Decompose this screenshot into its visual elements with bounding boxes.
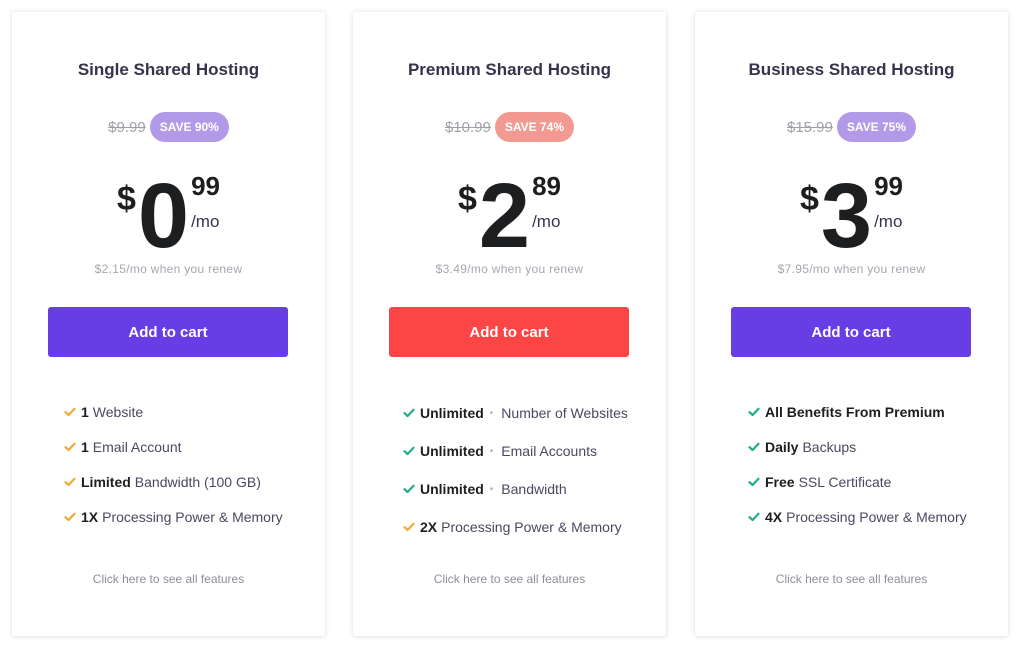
old-price: $15.99 xyxy=(786,118,833,136)
price-currency: $ xyxy=(457,180,477,218)
price-whole: 2 xyxy=(478,165,530,267)
check-icon xyxy=(748,442,760,451)
price-cents: 89 xyxy=(532,171,561,201)
price-currency: $ xyxy=(799,180,819,218)
plan-title: Premium Shared Hosting xyxy=(407,60,612,79)
add-to-cart-button[interactable]: Add to cart xyxy=(389,307,629,357)
feature-item: Free SSL Certificate xyxy=(748,464,1008,499)
old-price: $9.99 xyxy=(108,118,146,136)
feature-item: 1 Website xyxy=(64,394,325,429)
check-icon xyxy=(64,477,76,486)
feature-highlight: 1 xyxy=(81,403,89,420)
feature-separator: • xyxy=(489,483,494,495)
see-all-features-link[interactable]: Click here to see all features xyxy=(695,572,1008,586)
feature-text: Processing Power & Memory xyxy=(102,508,283,525)
feature-item: 1X Processing Power & Memory xyxy=(64,499,325,534)
feature-highlight: Limited xyxy=(81,473,131,490)
feature-separator: • xyxy=(489,407,494,419)
feature-item: 2X Processing Power & Memory xyxy=(403,508,666,546)
feature-text: SSL Certificate xyxy=(798,473,892,490)
feature-separator: • xyxy=(489,445,494,457)
check-icon xyxy=(403,446,415,456)
feature-item: Daily Backups xyxy=(748,429,1008,464)
feature-text: Bandwidth xyxy=(501,481,567,497)
price-period: /mo xyxy=(874,212,903,231)
feature-text: Email Account xyxy=(92,438,182,455)
feature-text: Bandwidth (100 GB) xyxy=(134,473,261,490)
feature-text: Processing Power & Memory xyxy=(441,519,622,535)
feature-text: Website xyxy=(92,403,144,420)
check-icon xyxy=(748,477,760,486)
feature-text: Number of Websites xyxy=(501,405,628,421)
old-price: $10.99 xyxy=(444,118,491,136)
feature-highlight: Unlimited xyxy=(420,405,484,421)
check-icon xyxy=(64,512,76,521)
feature-item: Unlimited • Email Accounts xyxy=(403,432,666,470)
check-icon xyxy=(403,484,415,494)
see-all-features-link[interactable]: Click here to see all features xyxy=(353,572,666,586)
price-period: /mo xyxy=(532,212,561,231)
save-badge: SAVE 75% xyxy=(836,112,917,142)
feature-highlight: Free xyxy=(765,473,795,490)
feature-item: Unlimited • Bandwidth xyxy=(403,470,666,508)
feature-list: All Benefits From Premium Daily Backups Fre… xyxy=(695,394,1008,534)
feature-highlight: Unlimited xyxy=(420,481,484,497)
price-cents: 99 xyxy=(191,171,220,201)
price-whole: 0 xyxy=(137,165,189,267)
feature-item: 1 Email Account xyxy=(64,429,325,464)
discount-row: $9.99 SAVE 90% xyxy=(12,112,325,142)
save-badge: SAVE 74% xyxy=(494,112,575,142)
check-icon xyxy=(403,408,415,418)
price: $ 2 89 /mo xyxy=(353,165,666,267)
price-cents: 99 xyxy=(874,171,903,201)
plan-title: Single Shared Hosting xyxy=(77,60,260,79)
plan-title: Business Shared Hosting xyxy=(748,60,955,79)
check-icon xyxy=(403,522,415,532)
feature-item: Unlimited • Number of Websites xyxy=(403,394,666,432)
price: $ 0 99 /mo xyxy=(12,165,325,267)
feature-highlight: 1 xyxy=(81,438,89,455)
check-icon xyxy=(748,407,760,416)
renew-price: $2.15/mo when you renew xyxy=(94,262,243,276)
add-to-cart-button[interactable]: Add to cart xyxy=(48,307,288,357)
feature-highlight: 1X xyxy=(81,508,99,525)
feature-highlight: Daily xyxy=(765,438,799,455)
feature-list: 1 Website 1 Email Account Limited Bandwidth (… xyxy=(12,394,325,534)
add-to-cart-button[interactable]: Add to cart xyxy=(731,307,971,357)
see-all-features-link[interactable]: Click here to see all features xyxy=(12,572,325,586)
price-period: /mo xyxy=(191,212,220,231)
price-currency: $ xyxy=(116,180,136,218)
check-icon xyxy=(64,442,76,451)
renew-price: $7.95/mo when you renew xyxy=(777,262,926,276)
feature-text: Processing Power & Memory xyxy=(786,508,967,525)
plan-card-business: Business Shared Hosting $15.99 SAVE 75% … xyxy=(695,12,1008,636)
save-badge: SAVE 90% xyxy=(149,112,229,142)
discount-row: $10.99 SAVE 74% xyxy=(353,112,666,142)
check-icon xyxy=(64,407,76,416)
check-icon xyxy=(748,512,760,521)
feature-highlight: 4X xyxy=(765,508,783,525)
price-whole: 3 xyxy=(820,165,872,267)
renew-price: $3.49/mo when you renew xyxy=(435,262,584,276)
plan-card-single: Single Shared Hosting $9.99 SAVE 90% $ 0… xyxy=(12,12,325,636)
feature-highlight: 2X xyxy=(420,519,438,535)
feature-text: Backups xyxy=(802,438,857,455)
discount-row: $15.99 SAVE 75% xyxy=(695,112,1008,142)
feature-highlight: Unlimited xyxy=(420,443,484,459)
plan-card-premium: Premium Shared Hosting $10.99 SAVE 74% $… xyxy=(353,12,666,636)
price: $ 3 99 /mo xyxy=(695,165,1008,267)
feature-list: Unlimited • Number of Websites Unlimited • Em… xyxy=(353,394,666,546)
feature-text: Email Accounts xyxy=(501,443,598,459)
feature-item: All Benefits From Premium xyxy=(748,394,1008,429)
feature-item: 4X Processing Power & Memory xyxy=(748,499,1008,534)
feature-highlight: All Benefits From Premium xyxy=(765,403,945,420)
feature-item: Limited Bandwidth (100 GB) xyxy=(64,464,325,499)
